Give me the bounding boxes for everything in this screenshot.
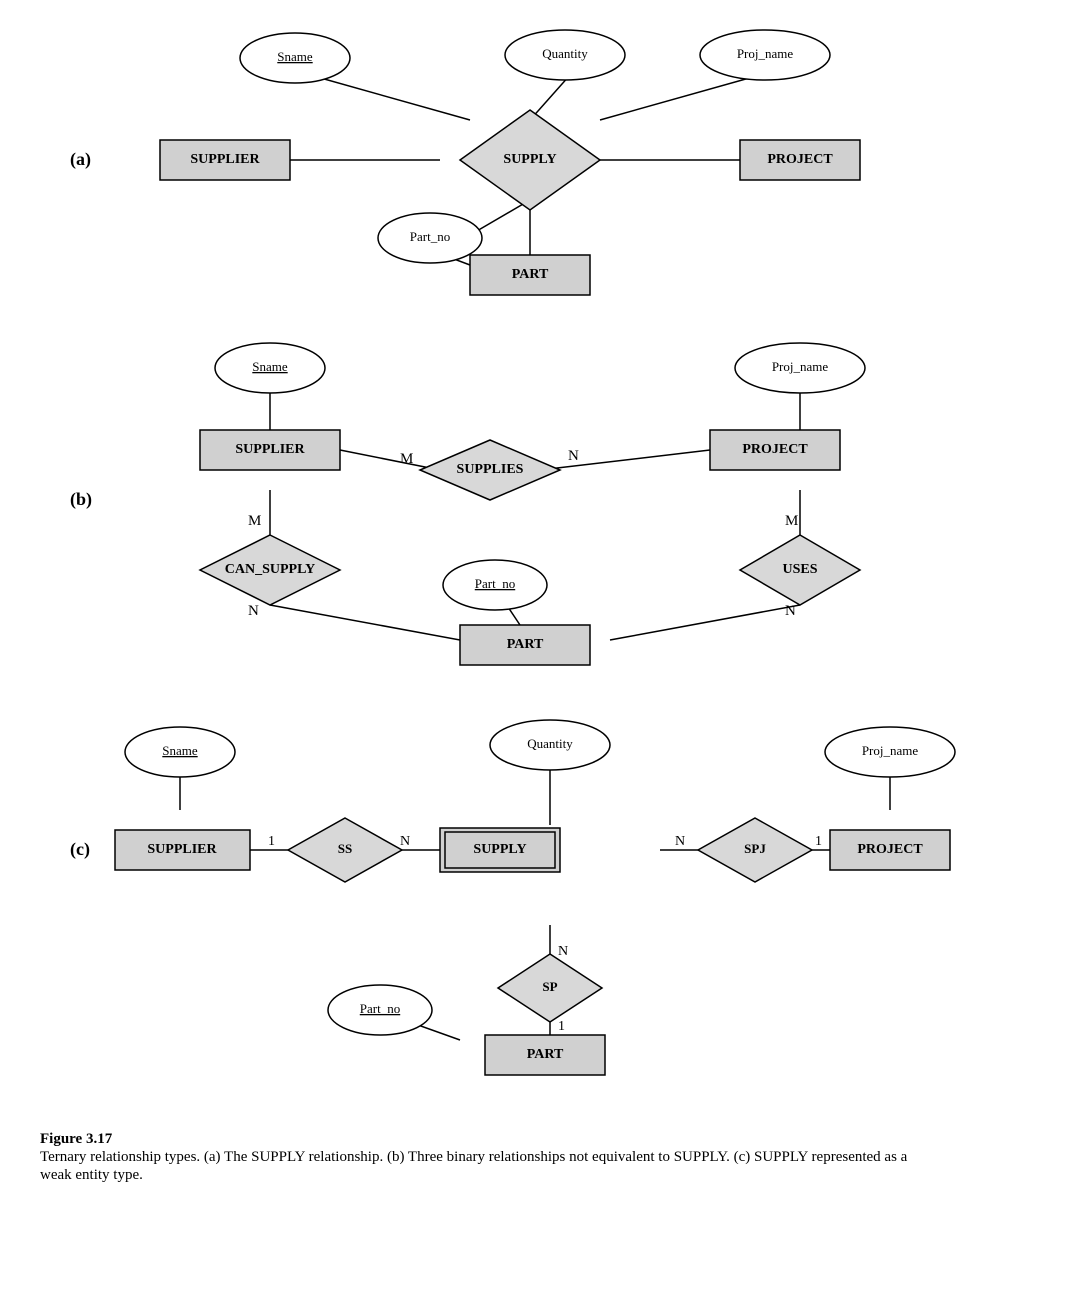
cardinality-n3: N — [785, 603, 796, 619]
entity-supply-c: SUPPLY — [440, 828, 560, 872]
attr-projname-b: Proj_name — [735, 343, 865, 393]
diagram-b: (b) Sname Proj_name Part_no SUPPLIER SUP… — [40, 330, 1040, 680]
svg-text:Part_no: Part_no — [360, 1001, 400, 1016]
svg-text:SUPPLIER: SUPPLIER — [147, 842, 217, 857]
svg-text:CAN_SUPPLY: CAN_SUPPLY — [225, 562, 316, 577]
svg-text:SUPPLY: SUPPLY — [503, 152, 556, 167]
rel-sp-c: SP — [498, 954, 602, 1022]
attr-sname-c: Sname — [125, 727, 235, 777]
diagram-c: (c) Sname Quantity Proj_name Part_no SUP… — [40, 710, 1040, 1090]
svg-text:Proj_name: Proj_name — [737, 46, 794, 61]
caption-text: Ternary relationship types. (a) The SUPP… — [40, 1149, 907, 1183]
attr-quantity-c: Quantity — [490, 720, 610, 770]
attr-partno-c: Part_no — [328, 985, 432, 1035]
entity-supplier-b: SUPPLIER — [200, 430, 340, 470]
rel-uses-b: USES — [740, 535, 860, 605]
diagram-a: (a) Sname Quantity Proj_name Part_no SUP… — [40, 20, 1040, 300]
entity-supplier-c: SUPPLIER — [115, 830, 250, 870]
caption: Figure 3.17 Ternary relationship types. … — [40, 1120, 940, 1184]
rel-ss-c: SS — [288, 818, 402, 882]
svg-text:Part_no: Part_no — [475, 576, 515, 591]
svg-text:SPJ: SPJ — [744, 841, 766, 856]
entity-project-c: PROJECT — [830, 830, 950, 870]
svg-text:SUPPLIER: SUPPLIER — [190, 152, 260, 167]
section-label-b: (b) — [70, 489, 92, 510]
svg-text:SUPPLIER: SUPPLIER — [235, 442, 305, 457]
svg-text:Sname: Sname — [162, 743, 198, 758]
section-label-c: (c) — [70, 839, 90, 860]
svg-text:Quantity: Quantity — [542, 46, 588, 61]
cardinality-n-spj: N — [675, 834, 685, 849]
rel-supplies-b: SUPPLIES — [420, 440, 560, 500]
caption-title: Figure 3.17 — [40, 1131, 112, 1147]
svg-text:PART: PART — [507, 637, 544, 652]
svg-text:USES: USES — [782, 562, 817, 577]
section-label-a: (a) — [70, 149, 91, 170]
svg-text:Proj_name: Proj_name — [862, 743, 919, 758]
cardinality-1-spj: 1 — [815, 834, 822, 849]
attr-quantity-a: Quantity — [505, 30, 625, 80]
cardinality-1-ss: 1 — [268, 834, 275, 849]
svg-text:SS: SS — [338, 841, 352, 856]
entity-part-b: PART — [460, 625, 590, 665]
attr-sname-a: Sname — [240, 33, 350, 83]
svg-text:PROJECT: PROJECT — [742, 442, 808, 457]
svg-text:PART: PART — [527, 1047, 564, 1062]
svg-text:PROJECT: PROJECT — [767, 152, 833, 167]
entity-part-c: PART — [485, 1035, 605, 1075]
rel-spj-c: SPJ — [698, 818, 812, 882]
cardinality-m1: M — [400, 451, 413, 467]
cardinality-m2: M — [248, 513, 261, 529]
svg-text:Sname: Sname — [277, 49, 313, 64]
entity-supplier-a: SUPPLIER — [160, 140, 290, 180]
attr-projname-c: Proj_name — [825, 727, 955, 777]
svg-text:Part_no: Part_no — [410, 229, 450, 244]
attr-partno-a: Part_no — [378, 213, 482, 263]
svg-text:PART: PART — [512, 267, 549, 282]
attr-sname-b: Sname — [215, 343, 325, 393]
entity-project-a: PROJECT — [740, 140, 860, 180]
svg-text:SUPPLY: SUPPLY — [473, 842, 526, 857]
rel-supply-a: SUPPLY — [460, 110, 600, 210]
svg-text:PROJECT: PROJECT — [857, 842, 923, 857]
svg-text:SUPPLIES: SUPPLIES — [457, 462, 524, 477]
cardinality-n-ss: N — [400, 834, 410, 849]
svg-text:SP: SP — [542, 979, 557, 994]
cardinality-m3: M — [785, 513, 798, 529]
cardinality-n-sp: N — [558, 944, 568, 959]
entity-project-b: PROJECT — [710, 430, 840, 470]
rel-cansupply-b: CAN_SUPPLY — [200, 535, 340, 605]
cardinality-n2: N — [248, 603, 259, 619]
attr-partno-b: Part_no — [443, 560, 547, 610]
svg-text:Quantity: Quantity — [527, 736, 573, 751]
svg-text:Proj_name: Proj_name — [772, 359, 829, 374]
entity-part-a: PART — [470, 255, 590, 295]
attr-projname-a: Proj_name — [700, 30, 830, 80]
svg-text:Sname: Sname — [252, 359, 288, 374]
cardinality-n1: N — [568, 448, 579, 464]
cardinality-1-sp: 1 — [558, 1019, 565, 1034]
